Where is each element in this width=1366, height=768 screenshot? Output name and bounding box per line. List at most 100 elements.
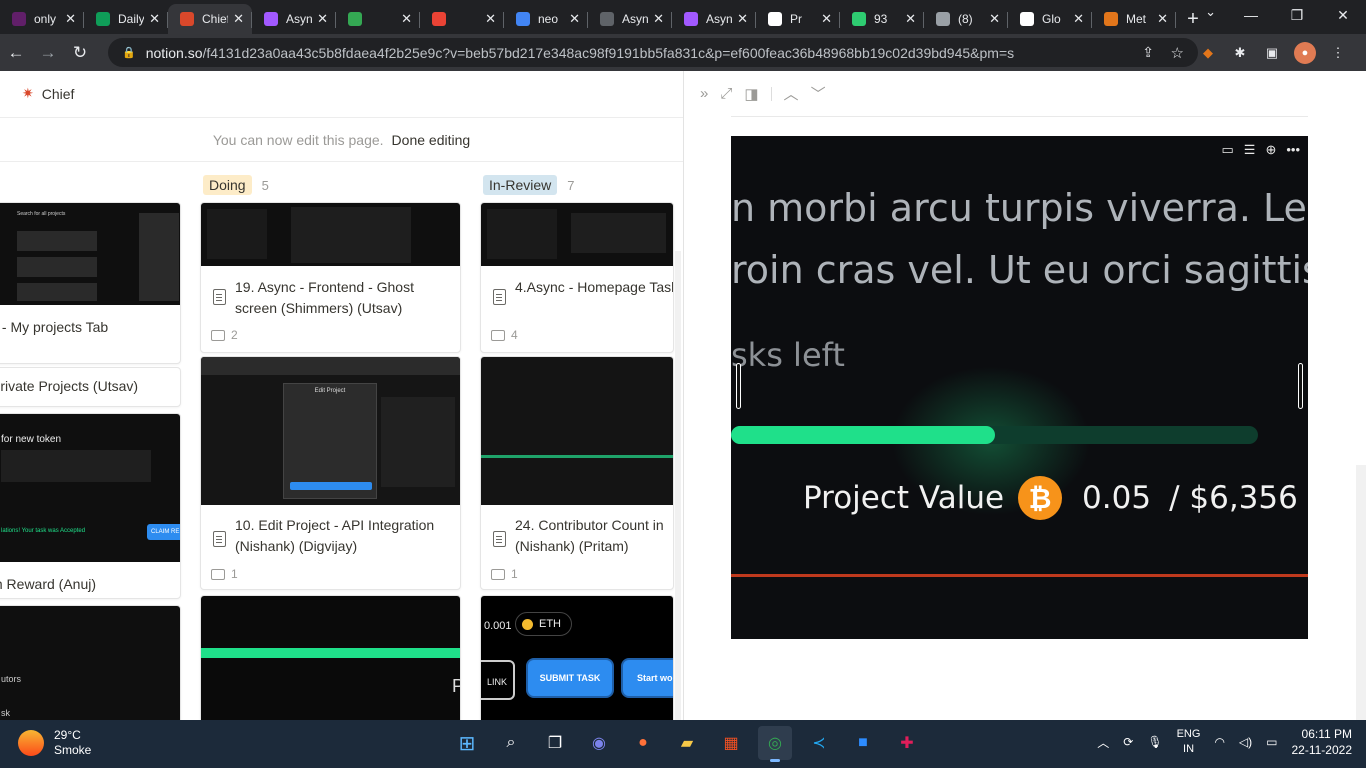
profile-avatar[interactable]: ●: [1294, 42, 1316, 64]
comment-icon[interactable]: ▭: [1221, 142, 1233, 158]
tab-close-icon[interactable]: ✕: [1073, 11, 1084, 27]
tab-close-icon[interactable]: ✕: [821, 11, 832, 27]
browser-tab[interactable]: Glo ✕: [1008, 4, 1092, 34]
browser-tab[interactable]: Async ✕: [252, 4, 336, 34]
browser-tab[interactable]: Async ✕: [588, 4, 672, 34]
embedded-screenshot[interactable]: ▭ ☰ ⊕ ••• n morbi arcu turpis viverra. L…: [731, 136, 1308, 639]
side-peek-icon[interactable]: ◨: [744, 85, 758, 103]
file-explorer-icon[interactable]: ▰: [670, 726, 704, 760]
peek-scrollbar[interactable]: [1356, 465, 1366, 720]
next-page-icon[interactable]: ﹀: [811, 83, 826, 104]
browser-tab[interactable]: neo ✕: [504, 4, 588, 34]
menu-kebab-icon[interactable]: ⋮: [1328, 43, 1348, 63]
browser-tab[interactable]: Daily ✕: [84, 4, 168, 34]
card-title: 24. Contributor Count in (Nishank) (Prit…: [515, 517, 664, 554]
done-editing-button[interactable]: Done editing: [392, 132, 471, 148]
reload-icon[interactable]: ↻: [64, 43, 96, 63]
volume-icon[interactable]: ◁): [1239, 735, 1252, 749]
microsoft-store-icon[interactable]: ▦: [714, 726, 748, 760]
close-peek-icon[interactable]: »: [700, 85, 708, 102]
slack-icon[interactable]: ✚: [890, 726, 924, 760]
thumb-claim-button: CLAIM RE: [147, 524, 180, 540]
chrome-icon[interactable]: ◎: [758, 726, 792, 762]
sync-icon[interactable]: ⟳: [1123, 735, 1133, 749]
breadcrumb[interactable]: ✷ Chief: [22, 85, 74, 102]
show-hidden-icons-icon[interactable]: ︿: [1097, 734, 1109, 751]
comment-number: 1: [231, 567, 238, 581]
vscode-icon[interactable]: ≺: [802, 726, 836, 760]
resize-handle-left[interactable]: [736, 363, 741, 409]
tab-close-icon[interactable]: ✕: [233, 11, 244, 27]
weather-widget[interactable]: 29°C Smoke: [18, 728, 91, 758]
browser-tab[interactable]: Chief ✕: [168, 4, 252, 34]
tab-close-icon[interactable]: ✕: [905, 11, 916, 27]
browser-tab[interactable]: ✕: [420, 4, 504, 34]
tab-close-icon[interactable]: ✕: [569, 11, 580, 27]
tab-close-icon[interactable]: ✕: [317, 11, 328, 27]
minimize-icon[interactable]: —: [1228, 0, 1274, 30]
tab-close-icon[interactable]: ✕: [737, 11, 748, 27]
extensions-puzzle-icon[interactable]: ✱: [1230, 43, 1250, 63]
previous-page-icon[interactable]: ︿: [784, 83, 799, 104]
tab-favicon-icon: [12, 12, 26, 26]
back-icon[interactable]: ←: [0, 43, 32, 63]
task-view-icon[interactable]: ❐: [538, 726, 572, 760]
microphone-icon[interactable]: 🎙: [1147, 735, 1162, 749]
board-card[interactable]: for new token lations! Your task was Acc…: [0, 413, 181, 599]
tab-label: Async: [706, 12, 732, 26]
battery-icon[interactable]: ▭: [1266, 735, 1277, 749]
clock[interactable]: 06:11 PM 22-11-2022: [1292, 726, 1353, 758]
tab-close-icon[interactable]: ✕: [401, 11, 412, 27]
search-icon[interactable]: ⌕: [494, 726, 528, 760]
extension-bar: ◆ ✱ ▣ ● ⋮: [1198, 42, 1348, 64]
tab-close-icon[interactable]: ✕: [485, 11, 496, 27]
browser-tab[interactable]: Async ✕: [672, 4, 756, 34]
tab-close-icon[interactable]: ✕: [65, 11, 76, 27]
column-header-in-review[interactable]: In-Review 7: [483, 175, 574, 195]
board-card[interactable]: 4.Async - Homepage Task swiper (Utsav) (…: [480, 202, 674, 353]
expand-icon[interactable]: ⤢: [720, 85, 732, 102]
board-card[interactable]: Edit Project 10. Edit Project - API Inte…: [200, 356, 461, 590]
board-card[interactable]: P: [200, 595, 461, 720]
url-field[interactable]: 🔒 notion.so/f4131d23a0aa43c5b8fdaea4f2b2…: [108, 38, 1198, 67]
language-indicator[interactable]: ENG IN: [1177, 727, 1201, 757]
resize-handle-right[interactable]: [1298, 363, 1303, 409]
browser-tab[interactable]: 93 ✕: [840, 4, 924, 34]
board-card[interactable]: 0.001 ETH LINK SUBMIT TASK Start wo: [480, 595, 674, 720]
board-card[interactable]: Private Projects (Utsav): [0, 367, 181, 407]
side-panel-icon[interactable]: ▣: [1262, 43, 1282, 63]
tab-search-icon[interactable]: ⌄: [1205, 4, 1216, 20]
board-card[interactable]: Search for all projects c - My projects …: [0, 202, 181, 364]
board-card[interactable]: utors sk: [0, 605, 181, 720]
windows-start-icon[interactable]: ⊞: [450, 726, 484, 760]
download-icon[interactable]: ⊕: [1265, 142, 1276, 158]
share-icon[interactable]: ⇪: [1142, 44, 1154, 61]
board-scrollbar[interactable]: [675, 251, 681, 720]
caption-icon[interactable]: ☰: [1244, 142, 1256, 158]
close-window-icon[interactable]: ✕: [1320, 0, 1366, 30]
board-card[interactable]: 19. Async - Frontend - Ghost screen (Shi…: [200, 202, 461, 353]
maximize-icon[interactable]: ❐: [1274, 0, 1320, 30]
firefox-icon[interactable]: ●: [626, 726, 660, 760]
browser-tab[interactable]: Met ✕: [1092, 4, 1176, 34]
browser-tab[interactable]: (8) ✕: [924, 4, 1008, 34]
wifi-icon[interactable]: ◠: [1214, 735, 1224, 749]
more-options-icon[interactable]: •••: [1286, 142, 1300, 158]
browser-tab[interactable]: Pr ✕: [756, 4, 840, 34]
board-card[interactable]: 24. Contributor Count in (Nishank) (Prit…: [480, 356, 674, 590]
tab-close-icon[interactable]: ✕: [1157, 11, 1168, 27]
card-title: 10. Edit Project - API Integration (Nish…: [235, 517, 435, 554]
tab-close-icon[interactable]: ✕: [653, 11, 664, 27]
metamask-icon[interactable]: ◆: [1198, 43, 1218, 63]
bookmark-star-icon[interactable]: ☆: [1171, 44, 1184, 62]
zoom-icon[interactable]: ■: [846, 726, 880, 760]
forward-icon[interactable]: →: [32, 43, 64, 63]
tab-close-icon[interactable]: ✕: [989, 11, 1000, 27]
thumb-submit: SUBMIT TASK: [526, 658, 614, 698]
browser-tab[interactable]: only ✕: [0, 4, 84, 34]
browser-tab[interactable]: ✕: [336, 4, 420, 34]
card-thumbnail: [481, 203, 673, 266]
teams-chat-icon[interactable]: ◉: [582, 726, 616, 760]
tab-close-icon[interactable]: ✕: [149, 11, 160, 27]
column-header-doing[interactable]: Doing 5: [203, 175, 269, 195]
